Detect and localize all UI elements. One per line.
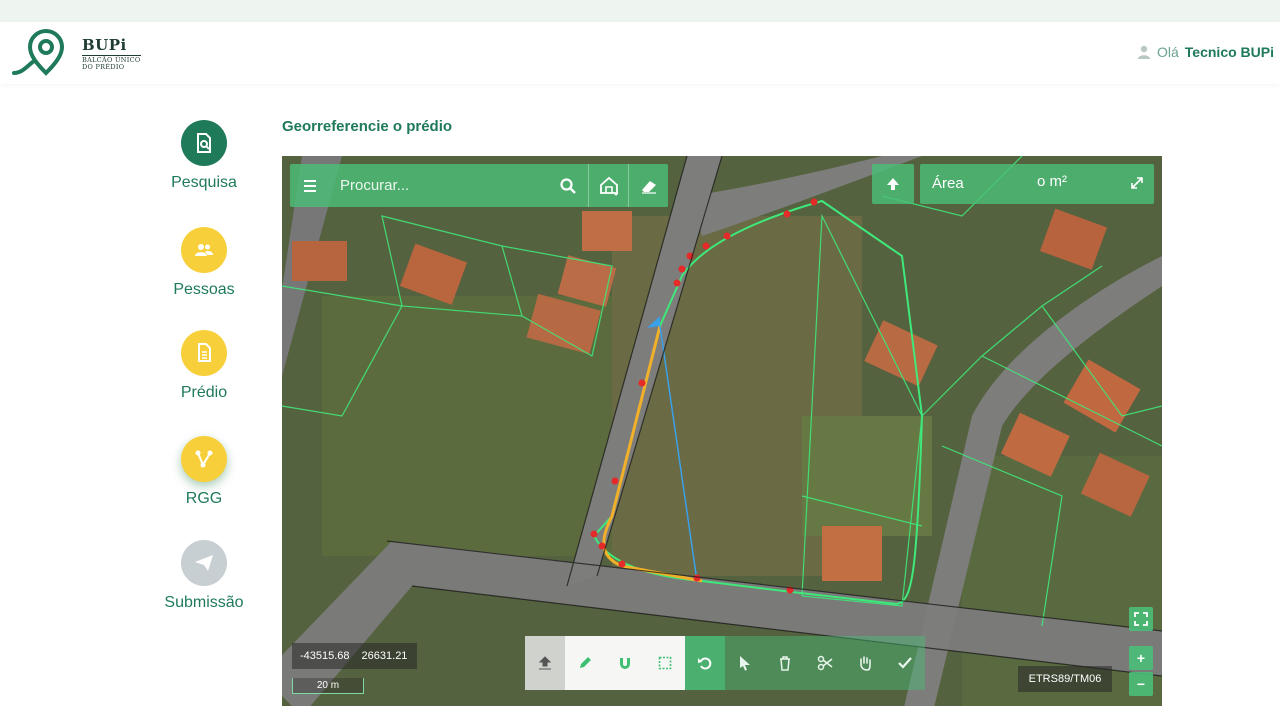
step-predio[interactable]: Prédio <box>150 330 258 402</box>
coord-x: -43515.68 <box>300 650 350 662</box>
fullscreen-icon <box>1134 612 1148 626</box>
pointer-icon <box>740 656 750 671</box>
map-search-input[interactable] <box>330 164 548 207</box>
step-rgg-circle[interactable] <box>181 436 227 482</box>
search-icon[interactable] <box>548 164 588 207</box>
step-submissao-label: Submissão <box>164 594 244 611</box>
step-submissao-circle[interactable] <box>181 540 227 586</box>
fullscreen-button[interactable] <box>1129 607 1153 631</box>
app-header: BUPi BALCÃO ÚNICO DO PRÉDIO Olá Tecnico B… <box>0 22 1280 84</box>
confirm-button[interactable] <box>885 636 925 690</box>
select-area-button[interactable] <box>645 636 685 690</box>
edit-toolbar <box>525 636 925 690</box>
pointer-button[interactable] <box>725 636 765 690</box>
brand-sub: BALCÃO ÚNICO DO PRÉDIO <box>82 54 141 71</box>
trash-icon <box>780 656 790 671</box>
step-pesquisa-label: Pesquisa <box>171 174 237 191</box>
zoom-in-button[interactable]: + <box>1129 646 1153 670</box>
step-pessoas[interactable]: Pessoas <box>150 227 258 299</box>
step-rgg-label: RGG <box>185 490 223 507</box>
bupi-logo[interactable]: BUPi BALCÃO ÚNICO DO PRÉDIO <box>12 27 141 79</box>
people-icon <box>195 244 213 256</box>
send-icon <box>195 555 213 571</box>
path-icon <box>195 450 213 468</box>
north-arrow-button[interactable] <box>872 164 914 204</box>
magnet-icon <box>620 658 630 669</box>
hamburger-menu-icon[interactable] <box>290 164 330 207</box>
map-view[interactable]: Área o m² -43515.68 26631.21 20 m ETRS89… <box>282 156 1162 706</box>
location-pin-logo-icon <box>12 29 65 76</box>
hand-icon <box>860 656 871 671</box>
pencil-icon <box>580 657 591 668</box>
eraser-icon[interactable] <box>628 164 668 207</box>
undo-icon <box>698 657 712 670</box>
zoom-out-button[interactable]: − <box>1129 672 1153 696</box>
step-predio-circle[interactable] <box>181 330 227 376</box>
upload-icon <box>538 656 552 670</box>
brand-name: BUPi <box>82 35 127 54</box>
top-strip <box>0 0 1280 22</box>
cut-button[interactable] <box>805 636 845 690</box>
greeting-text: Olá <box>1157 44 1179 60</box>
check-icon <box>898 657 912 669</box>
brand-sub-line2: DO PRÉDIO <box>82 62 125 71</box>
user-name: Tecnico BUPi <box>1184 44 1274 60</box>
expand-icon[interactable] <box>1130 176 1144 190</box>
area-panel: Área o m² <box>920 164 1154 204</box>
scale-bar: 20 m <box>292 678 364 694</box>
search-document-icon <box>197 133 211 153</box>
crs-label: ETRS89/TM06 <box>1018 666 1112 692</box>
undo-button[interactable] <box>685 636 725 690</box>
coord-y: 26631.21 <box>361 650 408 662</box>
step-pesquisa[interactable]: Pesquisa <box>150 120 258 192</box>
area-value: o m² <box>1037 173 1067 190</box>
document-icon <box>198 343 211 362</box>
pan-button[interactable] <box>845 636 885 690</box>
step-rgg[interactable]: RGG <box>150 436 258 508</box>
step-submissao[interactable]: Submissão <box>150 540 258 612</box>
scissors-icon <box>817 655 833 671</box>
step-pesquisa-circle[interactable] <box>181 120 227 166</box>
step-predio-label: Prédio <box>180 384 228 401</box>
satellite-map <box>282 156 1162 706</box>
select-box-icon <box>658 656 672 670</box>
delete-button[interactable] <box>765 636 805 690</box>
upload-button[interactable] <box>525 636 565 690</box>
coordinates-readout: -43515.68 26631.21 <box>292 643 418 669</box>
map-search-bar <box>290 164 668 207</box>
arrow-up-icon <box>887 178 899 190</box>
user-icon <box>1138 45 1150 59</box>
area-label: Área <box>932 175 964 192</box>
step-pessoas-circle[interactable] <box>181 227 227 273</box>
user-menu[interactable]: Olá Tecnico BUPi <box>1137 44 1274 60</box>
zoom-controls: + − <box>1129 646 1153 696</box>
snap-button[interactable] <box>605 636 645 690</box>
layers-icon[interactable] <box>588 164 628 207</box>
step-pessoas-label: Pessoas <box>173 281 235 298</box>
draw-button[interactable] <box>565 636 605 690</box>
page-title: Georreferencie o prédio <box>282 118 453 135</box>
